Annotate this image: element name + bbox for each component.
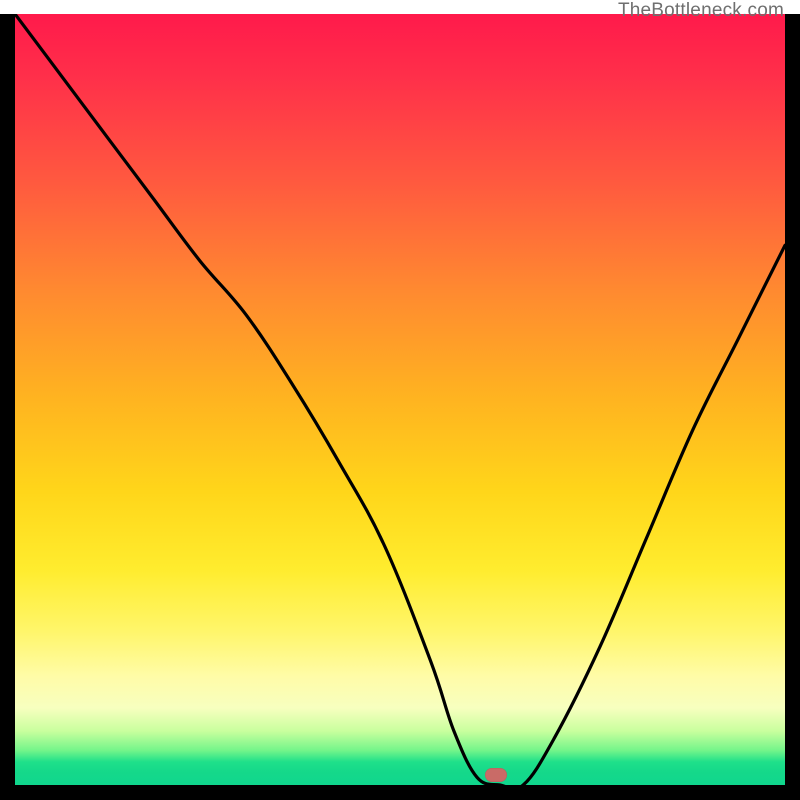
- watermark-label: TheBottleneck.com: [618, 0, 784, 22]
- axis-frame-bottom: [0, 785, 800, 800]
- plot-area: [15, 14, 785, 785]
- gradient-background: [15, 14, 785, 785]
- chart-stage: TheBottleneck.com: [0, 0, 800, 800]
- axis-frame-left: [0, 14, 15, 800]
- axis-frame-right: [785, 14, 800, 800]
- optimum-marker: [485, 768, 507, 782]
